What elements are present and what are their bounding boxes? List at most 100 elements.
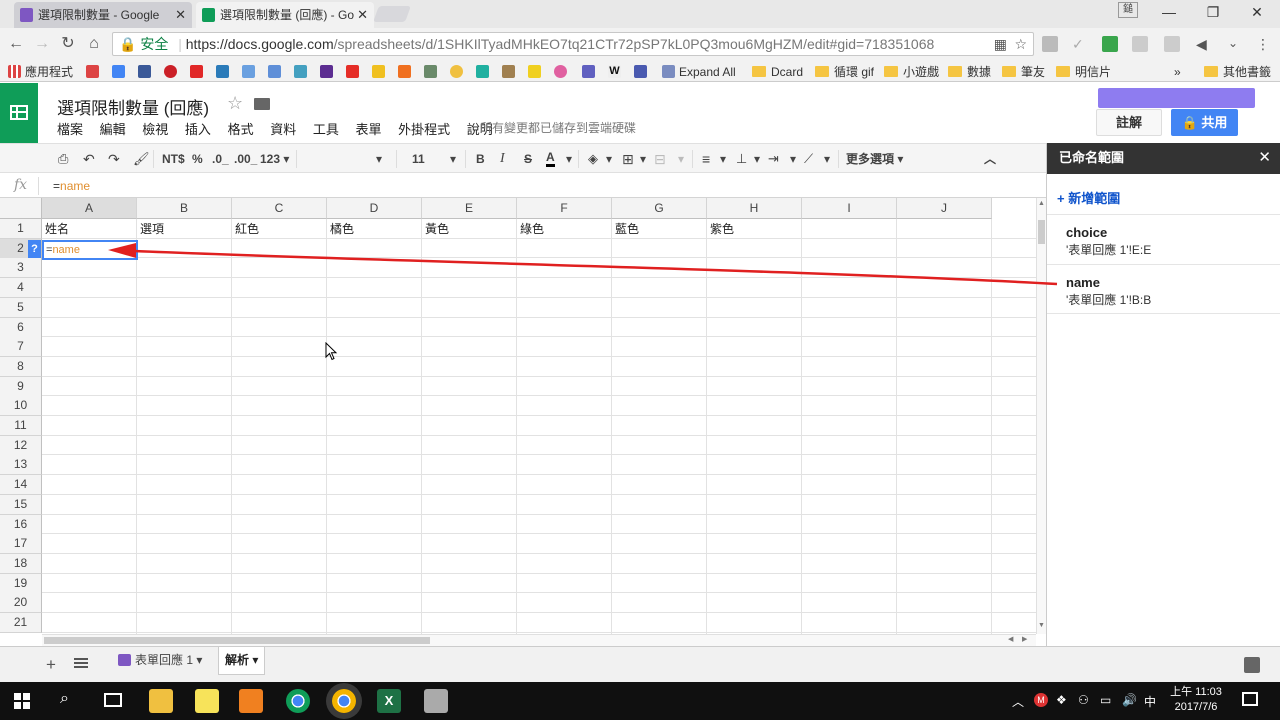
menu-view[interactable]: 檢視 [142, 122, 168, 137]
chrome-icon[interactable] [286, 689, 310, 713]
column-header[interactable]: H [707, 198, 802, 219]
percent-format-button[interactable]: % [192, 151, 203, 167]
chrome-active-icon[interactable] [332, 689, 356, 713]
fill-color-chevron-icon[interactable]: ▾ [606, 151, 612, 167]
header-cell[interactable]: 綠色 [517, 220, 612, 239]
new-tab-button[interactable] [373, 6, 411, 22]
c-icon[interactable] [554, 65, 567, 78]
google-icon[interactable] [112, 65, 125, 78]
collapse-toolbar-icon[interactable]: ︿ [984, 151, 996, 167]
scroll-down-icon[interactable]: ▼ [1038, 622, 1045, 629]
bookmark-folder[interactable]: 小遊戲 [884, 64, 939, 80]
browser-tab-sheet[interactable]: 選項限制數量 (回應) - Go ✕ [196, 2, 374, 28]
strikethrough-button[interactable]: S [524, 151, 532, 167]
column-header[interactable]: G [612, 198, 707, 219]
text-wrap-chevron-icon[interactable]: ▾ [790, 151, 796, 167]
bookmark-folder[interactable]: Dcard [752, 64, 803, 80]
bookmark-other[interactable]: 其他書籤 [1204, 64, 1271, 80]
document-title[interactable]: 選項限制數量 (回應) [57, 94, 209, 119]
align-icon[interactable]: ≡ [702, 151, 710, 167]
horizontal-scrollbar[interactable]: ◀ ▶ [42, 634, 1036, 646]
chrome-menu-icon[interactable]: ⋮ [1256, 36, 1272, 52]
header-cell[interactable]: 藍色 [612, 220, 707, 239]
header-cell[interactable]: 橘色 [327, 220, 422, 239]
windows-start-icon[interactable] [14, 693, 30, 709]
yahoo-icon[interactable] [320, 65, 333, 78]
smiley-icon[interactable] [450, 65, 463, 78]
undo-icon[interactable]: ↶ [83, 151, 95, 167]
row-header[interactable]: 12 [0, 435, 42, 456]
tray-chevron-icon[interactable]: ︿ [1012, 693, 1024, 710]
column-header[interactable]: J [897, 198, 992, 219]
named-range-item[interactable]: choice '表單回應 1'!E:E [1047, 214, 1280, 264]
dropbox-tray-icon[interactable]: ❖ [1056, 693, 1067, 707]
column-header[interactable]: B [137, 198, 232, 219]
network-tray-icon[interactable]: ▭ [1100, 693, 1111, 707]
align-chevron-icon[interactable]: ▾ [720, 151, 726, 167]
row-header[interactable]: 1 [0, 219, 42, 239]
font-family-dropdown[interactable]: ▾ [376, 151, 382, 167]
scroll-left-icon[interactable]: ◀ [1008, 635, 1013, 643]
horizontal-scroll-thumb[interactable] [44, 637, 430, 644]
merge-cells-icon[interactable]: ⊟ [654, 151, 666, 167]
font-size-dropdown[interactable]: 11 [412, 151, 425, 167]
close-tab-icon[interactable]: ✕ [357, 2, 368, 28]
extension-icon[interactable] [1164, 36, 1180, 52]
formula-help-badge[interactable]: ? [28, 240, 41, 258]
paint-format-icon[interactable]: 🖌 [133, 151, 150, 167]
qr-icon[interactable]: ▦ [994, 33, 1007, 55]
check-extension-icon[interactable]: ✓ [1072, 36, 1088, 52]
menu-addons[interactable]: 外掛程式 [398, 122, 450, 137]
menu-insert[interactable]: 插入 [185, 122, 211, 137]
text-color-button[interactable]: A [546, 151, 555, 167]
wikipedia-icon[interactable]: W [608, 65, 621, 78]
evernote-extension-icon[interactable] [1102, 36, 1118, 52]
row-header[interactable]: 9 [0, 376, 42, 397]
excel-icon[interactable]: X [377, 689, 401, 713]
m-icon[interactable] [476, 65, 489, 78]
forward-icon[interactable]: → [32, 34, 52, 54]
extension-icon[interactable] [1042, 36, 1058, 52]
row-header[interactable]: 8 [0, 356, 42, 377]
s-icon[interactable] [372, 65, 385, 78]
menu-file[interactable]: 檔案 [57, 122, 83, 137]
row-header[interactable]: 6 [0, 317, 42, 338]
menu-form[interactable]: 表單 [355, 122, 381, 137]
comments-button[interactable]: 註解 [1096, 109, 1162, 136]
mail-icon[interactable] [242, 65, 255, 78]
bookmark-folder[interactable]: 數據 [948, 64, 991, 80]
bird-icon[interactable] [424, 65, 437, 78]
speaker-extension-icon[interactable]: ◀ [1196, 36, 1212, 52]
all-sheets-icon[interactable] [74, 658, 88, 668]
row-header[interactable]: 21 [0, 613, 42, 633]
borders-chevron-icon[interactable]: ▾ [640, 151, 646, 167]
currency-format-button[interactable]: NT$ [162, 151, 185, 167]
row-header[interactable]: 19 [0, 573, 42, 594]
sheet-tab-analysis[interactable]: 解析 ▾ [218, 647, 266, 675]
explore-icon[interactable] [1244, 657, 1260, 673]
row-header[interactable]: 5 [0, 297, 42, 318]
increase-decimal-button[interactable]: .00_ [234, 151, 257, 167]
fill-color-icon[interactable]: ◈ [588, 151, 598, 167]
scroll-up-icon[interactable]: ▲ [1038, 200, 1045, 207]
minimize-button[interactable]: — [1146, 0, 1192, 26]
row-header[interactable]: 13 [0, 455, 42, 476]
active-cell-a2[interactable]: =name [42, 240, 138, 260]
row-header[interactable]: 3 [0, 258, 42, 279]
print-icon[interactable]: ⎙ [58, 151, 68, 167]
row-header[interactable]: 16 [0, 514, 42, 535]
text-wrap-icon[interactable]: ⇥ [768, 151, 779, 167]
translate-icon[interactable] [268, 65, 281, 78]
row-header[interactable]: 10 [0, 396, 42, 417]
usb-tray-icon[interactable]: ⚇ [1078, 693, 1089, 707]
borders-icon[interactable]: ⊞ [622, 151, 634, 167]
row-header[interactable]: 15 [0, 494, 42, 515]
menu-edit[interactable]: 編輯 [100, 122, 126, 137]
close-tab-icon[interactable]: ✕ [175, 2, 186, 28]
menu-data[interactable]: 資料 [270, 122, 296, 137]
column-header[interactable]: C [232, 198, 327, 219]
bookmark-folder[interactable]: 循環 gif [815, 64, 874, 80]
text-rotation-icon[interactable]: ⟋ [804, 151, 813, 167]
add-range-button[interactable]: + 新增範圍 [1057, 188, 1120, 207]
header-cell[interactable]: 黃色 [422, 220, 517, 239]
